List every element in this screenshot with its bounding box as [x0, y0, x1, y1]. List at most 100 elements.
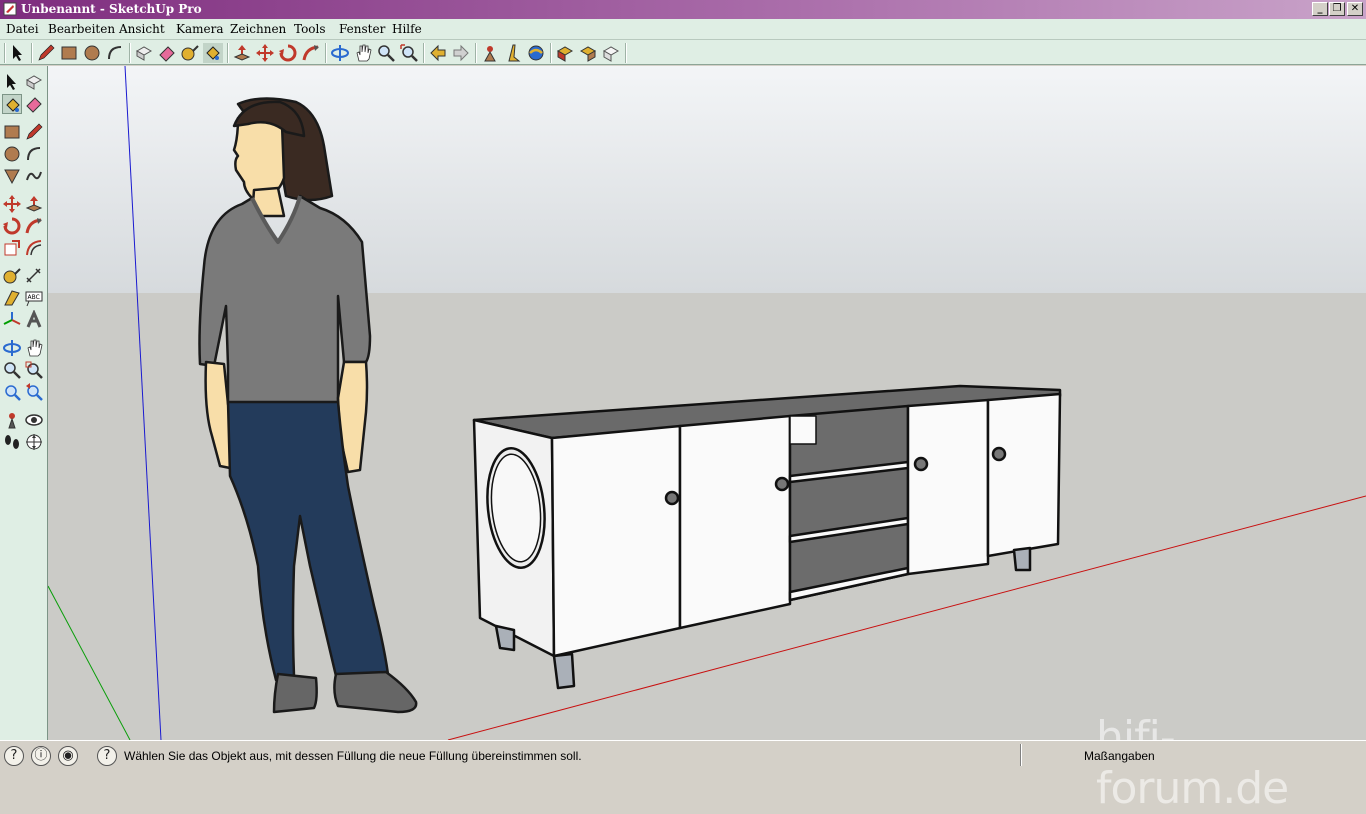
door-left-inner: [678, 414, 792, 630]
orbit-tool-button[interactable]: [330, 43, 350, 63]
scale-tool-button[interactable]: [2, 238, 22, 258]
eraser-tool-button[interactable]: [24, 94, 44, 114]
dimension-tool-button[interactable]: [24, 266, 44, 286]
polygon-tool-button[interactable]: [2, 166, 22, 186]
minimize-button[interactable]: _: [1312, 2, 1328, 16]
get-models-button[interactable]: [555, 43, 575, 63]
zoom-tool-button[interactable]: [2, 360, 22, 380]
orbit-icon: [331, 45, 349, 61]
make-component-button[interactable]: [134, 43, 154, 63]
select-tool-button[interactable]: [2, 72, 22, 92]
credits-icon[interactable]: ⓘ: [31, 746, 51, 766]
rotate-tool-button[interactable]: [278, 43, 298, 63]
push-pull-button[interactable]: [24, 194, 44, 214]
restore-button[interactable]: ❐: [1329, 2, 1345, 16]
pan-icon: [27, 339, 43, 357]
toolbar-separator: [31, 43, 33, 63]
menu-hilfe[interactable]: Hilfe: [392, 22, 422, 36]
share-component-button[interactable]: [601, 43, 621, 63]
share-model-button[interactable]: [578, 43, 598, 63]
get-models-icon: [556, 46, 574, 62]
pencil-icon: [38, 44, 55, 61]
paint-bucket-button[interactable]: [2, 94, 22, 114]
previous-view-button[interactable]: [428, 43, 448, 63]
tape-measure-icon: [181, 45, 199, 61]
look-around-button[interactable]: [526, 43, 546, 63]
next-view-button[interactable]: [451, 43, 471, 63]
menu-datei[interactable]: Datei: [6, 22, 39, 36]
toolbar-separator: [423, 43, 425, 63]
close-button[interactable]: ✕: [1347, 2, 1363, 16]
tape-measure-button[interactable]: [2, 266, 22, 286]
rotate-icon: [3, 217, 21, 235]
zoom-extents-button[interactable]: [2, 382, 22, 402]
paint-bucket-button[interactable]: [203, 43, 223, 63]
circle-tool-button[interactable]: [2, 144, 22, 164]
position-camera-icon: [8, 413, 16, 429]
follow-me-icon: [302, 45, 319, 61]
zoom-extents-button[interactable]: [399, 43, 419, 63]
rectangle-tool-button[interactable]: [2, 122, 22, 142]
zoom-window-button[interactable]: [24, 360, 44, 380]
walk-icon: [5, 435, 19, 449]
look-around-button[interactable]: [24, 410, 44, 430]
share-model-icon: [579, 46, 597, 62]
arc-icon: [27, 147, 41, 161]
section-plane-button[interactable]: [24, 432, 44, 452]
pan-tool-button[interactable]: [353, 43, 373, 63]
line-tool-button[interactable]: [24, 122, 44, 142]
measurements-label: Maßangaben: [1084, 749, 1155, 763]
eraser-icon: [159, 46, 175, 62]
toolbar-grip: [4, 43, 6, 63]
menu-kamera[interactable]: Kamera: [176, 22, 224, 36]
arc-tool-button[interactable]: [24, 144, 44, 164]
menu-zeichnen[interactable]: Zeichnen: [230, 22, 286, 36]
select-tool-button[interactable]: [8, 43, 28, 63]
geo-location-icon[interactable]: ?: [4, 746, 24, 766]
text-tool-button[interactable]: ABC: [24, 288, 44, 308]
move-tool-button[interactable]: [255, 43, 275, 63]
position-camera-button[interactable]: [480, 43, 500, 63]
follow-me-button[interactable]: [301, 43, 321, 63]
position-camera-button[interactable]: [2, 410, 22, 430]
next-view-icon: [453, 44, 469, 62]
axes-tool-button[interactable]: [2, 310, 22, 330]
section-plane-icon: [26, 434, 42, 450]
door-knob-4: [991, 446, 1007, 462]
tape-measure-button[interactable]: [180, 43, 200, 63]
pan-tool-button[interactable]: [24, 338, 44, 358]
orbit-tool-button[interactable]: [2, 338, 22, 358]
move-tool-button[interactable]: [2, 194, 22, 214]
make-component-button[interactable]: [24, 72, 44, 92]
protractor-tool-button[interactable]: [2, 288, 22, 308]
freehand-tool-button[interactable]: [24, 166, 44, 186]
offset-tool-button[interactable]: [24, 238, 44, 258]
scene-canvas[interactable]: [48, 66, 1366, 740]
rectangle-tool-button[interactable]: [59, 43, 79, 63]
menu-ansicht[interactable]: Ansicht: [119, 22, 165, 36]
toolbar-separator: [325, 43, 327, 63]
previous-button[interactable]: [24, 382, 44, 402]
walk-tool-button[interactable]: [503, 43, 523, 63]
rotate-tool-button[interactable]: [2, 216, 22, 236]
follow-me-button[interactable]: [24, 216, 44, 236]
door-right-inner: [906, 398, 990, 576]
walk-tool-button[interactable]: [2, 432, 22, 452]
orbit-icon: [3, 340, 21, 356]
arc-tool-button[interactable]: [105, 43, 125, 63]
menu-tools[interactable]: Tools: [294, 22, 326, 36]
move-icon: [256, 44, 274, 62]
3d-text-tool-button[interactable]: [24, 309, 44, 330]
circle-tool-button[interactable]: [82, 43, 102, 63]
paint-bucket-icon: [203, 43, 223, 63]
help-icon[interactable]: ?: [97, 746, 117, 766]
account-icon[interactable]: ◉: [58, 746, 78, 766]
zoom-tool-button[interactable]: [376, 43, 396, 63]
status-bar: ? ⓘ ◉ ? Wählen Sie das Objekt aus, mit d…: [0, 740, 1366, 768]
drawing-viewport[interactable]: [48, 66, 1366, 740]
push-pull-button[interactable]: [232, 43, 252, 63]
pencil-tool-button[interactable]: [36, 43, 56, 63]
menu-fenster[interactable]: Fenster: [339, 22, 385, 36]
eraser-tool-button[interactable]: [157, 43, 177, 63]
menu-bearbeiten[interactable]: Bearbeiten: [48, 22, 115, 36]
